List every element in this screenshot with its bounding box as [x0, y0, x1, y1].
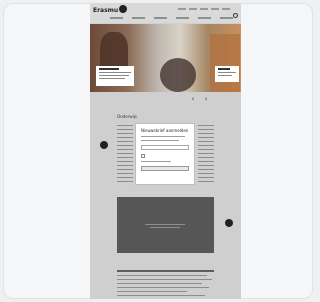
annotation-marker: [100, 141, 108, 149]
hero-caption-text: [99, 78, 125, 79]
text-line: [117, 137, 133, 138]
main-nav-item[interactable]: [154, 17, 167, 19]
main-nav-item[interactable]: [110, 17, 123, 19]
text-line: [198, 157, 214, 158]
email-field[interactable]: [141, 145, 189, 150]
page-thumbnail: Erasmus: [90, 3, 241, 299]
dialog-title: Nieuwsbrief aanmelden: [141, 128, 189, 133]
utility-link[interactable]: [211, 8, 219, 10]
text-line: [198, 161, 214, 162]
text-line: [117, 157, 133, 158]
utility-link[interactable]: [178, 8, 186, 10]
video-player[interactable]: [117, 197, 214, 253]
hero-image: [210, 34, 240, 92]
hero-caption-title: [99, 68, 119, 70]
text-line: [198, 129, 214, 130]
hero-caption-text: [218, 75, 232, 76]
hero-caption-card[interactable]: [96, 66, 134, 86]
text-line: [117, 141, 133, 142]
text-line: [117, 291, 187, 292]
text-line: [198, 145, 214, 146]
text-line: [117, 177, 133, 178]
hero-image: [160, 58, 196, 92]
text-line: [117, 133, 133, 134]
consent-checkbox[interactable]: [141, 154, 145, 158]
main-nav-item[interactable]: [220, 17, 233, 19]
text-line: [198, 169, 214, 170]
text-line: [198, 125, 214, 126]
video-caption: [145, 224, 185, 225]
text-column-right: [198, 125, 214, 185]
section-title: Onderwijs: [117, 114, 137, 119]
text-line: [117, 279, 212, 280]
text-line: [117, 165, 133, 166]
main-nav-item[interactable]: [132, 17, 145, 19]
chevron-left-icon[interactable]: ‹: [190, 95, 196, 103]
main-nav-item[interactable]: [176, 17, 189, 19]
article-text: [117, 270, 214, 299]
site-logo[interactable]: Erasmus: [93, 7, 118, 15]
text-line: [198, 165, 214, 166]
text-line: [117, 287, 209, 288]
text-line: [117, 275, 207, 276]
text-line: [198, 153, 214, 154]
main-nav-item[interactable]: [198, 17, 211, 19]
text-line: [117, 161, 133, 162]
text-line: [117, 145, 133, 146]
text-line: [117, 153, 133, 154]
subscribe-button[interactable]: [141, 166, 189, 171]
dialog-text: [141, 140, 179, 141]
utility-link[interactable]: [200, 8, 208, 10]
hero-caption-title: [218, 68, 230, 70]
utility-link[interactable]: [189, 8, 197, 10]
site-header: Erasmus: [90, 3, 241, 23]
text-line: [198, 133, 214, 134]
search-icon[interactable]: [233, 13, 238, 18]
utility-link[interactable]: [222, 8, 230, 10]
text-line: [117, 169, 133, 170]
hero-carousel[interactable]: [90, 24, 241, 92]
text-line: [117, 283, 202, 284]
text-line: [117, 129, 133, 130]
text-line: [117, 125, 133, 126]
text-line: [198, 149, 214, 150]
chevron-right-icon[interactable]: ›: [203, 95, 209, 103]
utility-nav: [178, 8, 230, 11]
dialog-text: [141, 161, 171, 162]
text-line: [117, 295, 205, 296]
text-line: [117, 181, 133, 182]
text-line: [117, 149, 133, 150]
annotation-marker: [119, 5, 127, 13]
text-line: [117, 270, 214, 272]
text-line: [198, 141, 214, 142]
video-caption: [150, 227, 180, 228]
text-column-left: [117, 125, 133, 185]
text-line: [198, 137, 214, 138]
text-line: [117, 173, 133, 174]
hero-caption-text: [218, 72, 236, 73]
main-nav: [110, 17, 233, 19]
hero-caption-card[interactable]: [215, 66, 239, 82]
text-line: [198, 181, 214, 182]
hero-caption-text: [99, 75, 129, 76]
newsletter-dialog[interactable]: Nieuwsbrief aanmelden: [135, 123, 195, 185]
dialog-text: [141, 136, 185, 137]
text-line: [198, 177, 214, 178]
text-line: [198, 173, 214, 174]
hero-caption-text: [99, 72, 131, 73]
annotation-marker: [225, 219, 233, 227]
